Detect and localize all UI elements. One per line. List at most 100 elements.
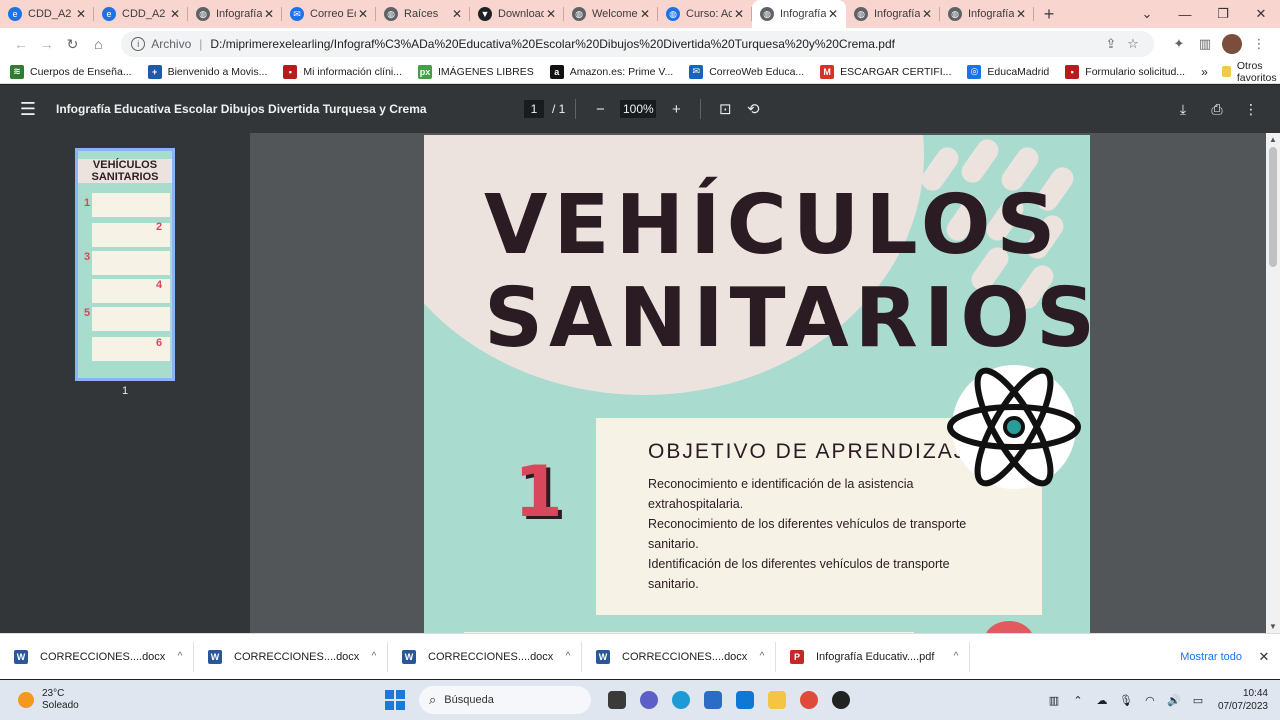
- task-view-icon[interactable]: [601, 684, 633, 716]
- tab-close-icon[interactable]: ✕: [168, 7, 182, 21]
- system-clock[interactable]: 10:44 07/07/2023: [1218, 687, 1268, 713]
- pdf-document-area[interactable]: VEHÍCULOS SANITARIOS OBJETIVO DE APRENDI…: [250, 133, 1266, 633]
- wifi-icon[interactable]: ◠: [1138, 694, 1162, 707]
- bookmark-star-icon[interactable]: ☆: [1122, 36, 1144, 52]
- tab-close-icon[interactable]: ✕: [450, 7, 464, 21]
- browser-tab[interactable]: ◍ Infografía ✕: [752, 0, 846, 28]
- app-tray-icon[interactable]: ▥: [1042, 694, 1066, 707]
- windows-start-icon[interactable]: [385, 690, 405, 710]
- document-scrollbar[interactable]: ▲ ▼: [1266, 133, 1280, 633]
- download-options-chevron-icon[interactable]: ^: [943, 651, 969, 662]
- app-icon[interactable]: [825, 684, 857, 716]
- scroll-up-icon[interactable]: ▲: [1266, 135, 1280, 144]
- side-panel-icon[interactable]: ▥: [1192, 36, 1218, 52]
- zoom-out-button[interactable]: −: [586, 101, 614, 118]
- download-item[interactable]: W CORRECCIONES....docx ^: [0, 641, 194, 672]
- taskbar-search[interactable]: ⌕ Búsqueda: [419, 686, 591, 714]
- maximize-button[interactable]: ❐: [1204, 0, 1242, 28]
- tab-close-icon[interactable]: ✕: [356, 7, 370, 21]
- battery-icon[interactable]: ▭: [1186, 694, 1210, 707]
- browser-menu-icon[interactable]: ⋮: [1246, 36, 1272, 52]
- cloud-icon[interactable]: ☁: [1090, 694, 1114, 707]
- print-icon[interactable]: ⎙: [1200, 101, 1234, 118]
- tab-close-icon[interactable]: ✕: [920, 7, 934, 21]
- store-icon[interactable]: [697, 684, 729, 716]
- show-all-downloads-link[interactable]: Mostrar todo: [1180, 651, 1242, 663]
- browser-tab[interactable]: ◍ Welcome ✕: [564, 0, 658, 28]
- mail-icon[interactable]: [729, 684, 761, 716]
- bookmark-item[interactable]: M ESCARGAR CERTIFI...: [820, 64, 951, 79]
- close-shelf-icon[interactable]: ✕: [1252, 649, 1276, 665]
- bookmark-item[interactable]: ▪ Mi información clíni...: [283, 64, 402, 79]
- download-options-chevron-icon[interactable]: ^: [361, 651, 387, 662]
- home-button[interactable]: ⌂: [85, 31, 111, 57]
- bookmark-item[interactable]: ◎ EducaMadrid: [967, 64, 1049, 79]
- forward-button[interactable]: →: [34, 31, 60, 57]
- bookmark-item[interactable]: px IMÁGENES LIBRES: [418, 64, 534, 79]
- tab-close-icon[interactable]: ✕: [262, 7, 276, 21]
- bookmark-item[interactable]: ✉ CorreoWeb Educa...: [689, 64, 804, 79]
- browser-tab[interactable]: ✉ Correo Ed ✕: [282, 0, 376, 28]
- bookmark-item[interactable]: ▪ Formulario solicitud...: [1065, 64, 1185, 79]
- weather-widget[interactable]: 23°C Soleado: [0, 688, 385, 712]
- tray-chevron-icon[interactable]: ⌃: [1066, 694, 1090, 707]
- share-icon[interactable]: ⇪: [1100, 36, 1122, 52]
- browser-tab[interactable]: e CDD_A2 ✕: [0, 0, 94, 28]
- rotate-icon[interactable]: ⟲: [739, 100, 767, 118]
- tab-close-icon[interactable]: ✕: [638, 7, 652, 21]
- browser-tab[interactable]: ◍ Infografía ✕: [188, 0, 282, 28]
- pdf-actions: ⤓ ⎙ ⋮: [1166, 101, 1268, 118]
- download-icon[interactable]: ⤓: [1166, 101, 1200, 118]
- bookmark-item[interactable]: a Amazon.es: Prime V...: [549, 64, 673, 79]
- page-number-input[interactable]: 1: [524, 100, 544, 118]
- download-options-chevron-icon[interactable]: ^: [167, 651, 193, 662]
- download-item[interactable]: W CORRECCIONES....docx ^: [582, 641, 776, 672]
- microphone-icon[interactable]: 🎙: [1114, 694, 1138, 707]
- minimize-button[interactable]: —: [1166, 0, 1204, 28]
- other-bookmarks-folder[interactable]: Otros favoritos: [1221, 60, 1280, 84]
- profile-avatar[interactable]: [1221, 34, 1242, 54]
- new-tab-button[interactable]: +: [1034, 0, 1064, 28]
- browser-tab[interactable]: ◍ Infografía ✕: [940, 0, 1034, 28]
- page-thumbnail[interactable]: VEHÍCULOS SANITARIOS 1 2 3 4 5 6: [75, 148, 175, 381]
- scroll-down-icon[interactable]: ▼: [1266, 622, 1280, 631]
- download-item[interactable]: W CORRECCIONES....docx ^: [194, 641, 388, 672]
- zoom-in-button[interactable]: +: [662, 101, 690, 118]
- browser-tab[interactable]: ▼ Download ✕: [470, 0, 564, 28]
- edge-icon[interactable]: [665, 684, 697, 716]
- tab-close-icon[interactable]: ✕: [74, 7, 88, 21]
- browser-tab[interactable]: ◍ Infografía ✕: [846, 0, 940, 28]
- tab-close-icon[interactable]: ✕: [732, 7, 746, 21]
- chrome-icon[interactable]: [793, 684, 825, 716]
- download-item[interactable]: W CORRECCIONES....docx ^: [388, 641, 582, 672]
- back-button[interactable]: ←: [8, 31, 34, 57]
- address-url[interactable]: D:/miprimerexelearling/Infograf%C3%ADa%2…: [210, 37, 1100, 51]
- speaker-icon[interactable]: 🔊: [1162, 694, 1186, 707]
- pdf-sidebar-menu-icon[interactable]: ☰: [0, 99, 56, 120]
- address-bar[interactable]: i Archivo | D:/miprimerexelearling/Infog…: [121, 31, 1154, 57]
- zoom-level-input[interactable]: 100%: [620, 100, 657, 118]
- download-options-chevron-icon[interactable]: ^: [749, 651, 775, 662]
- file-explorer-icon[interactable]: [761, 684, 793, 716]
- download-item[interactable]: P Infografía Educativ....pdf ^: [776, 641, 970, 672]
- pdf-more-icon[interactable]: ⋮: [1234, 101, 1268, 118]
- download-options-chevron-icon[interactable]: ^: [555, 651, 581, 662]
- bookmark-label: Cuerpos de Enseña...: [30, 65, 132, 78]
- browser-tab[interactable]: e CDD_A2 ✕: [94, 0, 188, 28]
- extensions-icon[interactable]: ✦: [1166, 36, 1192, 52]
- bookmark-item[interactable]: ≋ Cuerpos de Enseña...: [10, 64, 132, 79]
- bookmark-item[interactable]: + Bienvenido a Movis...: [147, 64, 267, 79]
- chat-icon[interactable]: [633, 684, 665, 716]
- tab-search-chevron-icon[interactable]: ⌄: [1128, 0, 1166, 28]
- browser-tab[interactable]: ◍ Raíces ✕: [376, 0, 470, 28]
- tab-close-icon[interactable]: ✕: [1014, 7, 1028, 21]
- close-window-button[interactable]: ✕: [1242, 0, 1280, 28]
- tab-close-icon[interactable]: ✕: [826, 7, 840, 21]
- scrollbar-thumb[interactable]: [1269, 147, 1277, 267]
- tab-close-icon[interactable]: ✕: [544, 7, 558, 21]
- reload-button[interactable]: ↻: [60, 31, 86, 57]
- fit-page-icon[interactable]: ⊡: [711, 100, 739, 118]
- bookmarks-overflow-button[interactable]: »: [1201, 65, 1208, 79]
- site-info-icon[interactable]: i: [131, 37, 146, 51]
- browser-tab[interactable]: ◍ Curso: Ac ✕: [658, 0, 752, 28]
